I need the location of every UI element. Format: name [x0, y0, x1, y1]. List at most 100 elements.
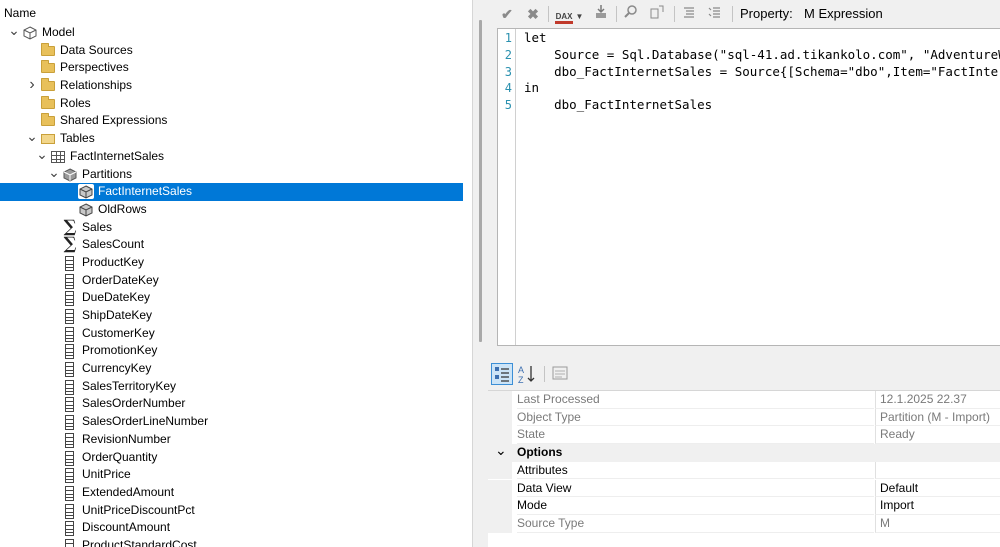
tree-item[interactable]: OldRows	[0, 201, 470, 219]
chevron-down-icon[interactable]: ⌄	[495, 443, 507, 457]
property-row[interactable]: Object Type Partition (M - Import)	[488, 408, 1000, 427]
code-line[interactable]: let	[524, 30, 547, 45]
find-button[interactable]	[622, 4, 640, 24]
chevron-down-icon[interactable]: ⌄	[8, 23, 20, 41]
line-number: 4	[504, 81, 512, 96]
column-icon	[62, 290, 78, 307]
partition-icon	[78, 202, 94, 217]
property-value[interactable]	[875, 461, 1000, 480]
dax-formatter-button[interactable]: DAX ▼	[554, 4, 584, 24]
tree-item[interactable]: CurrencyKey	[0, 360, 470, 378]
tree-item[interactable]: SalesOrderNumber	[0, 395, 470, 413]
tree-item[interactable]: UnitPriceDiscountPct	[0, 502, 470, 520]
m-expression-editor[interactable]: 1 2 3 4 5 let Source = Sql.Database("sql-41.…	[497, 28, 1000, 346]
chevron-down-icon[interactable]: ⌄	[48, 165, 60, 183]
tree-item[interactable]: OrderQuantity	[0, 449, 470, 467]
chevron-down-icon[interactable]: ⌄	[26, 129, 38, 147]
property-row[interactable]: State Ready	[488, 426, 1000, 445]
accept-button[interactable]: ✔	[498, 4, 516, 24]
row-margin	[488, 514, 512, 533]
tree-item[interactable]: DueDateKey	[0, 289, 470, 307]
tree-item[interactable]: ∑ SalesCount	[0, 234, 470, 255]
tree-item-label: Relationships	[60, 78, 133, 93]
column-icon	[62, 396, 78, 413]
pane-splitter[interactable]	[472, 0, 488, 547]
tree-item[interactable]: ProductStandardCost	[0, 537, 470, 547]
row-margin	[488, 479, 512, 498]
code-line[interactable]: dbo_FactInternetSales = Source{[Schema="…	[524, 64, 1000, 79]
code-line[interactable]: Source = Sql.Database("sql-41.ad.tikanko…	[524, 47, 1000, 62]
tree-item[interactable]: ⌄ Tables	[0, 129, 470, 148]
tree-item[interactable]: FactInternetSales	[0, 183, 463, 201]
tree-item-label: SalesCount	[82, 237, 145, 252]
property-value[interactable]: 12.1.2025 22.37	[875, 391, 1000, 409]
uncomment-button[interactable]	[706, 4, 724, 24]
property-row[interactable]: Last Processed 12.1.2025 22.37	[488, 391, 1000, 409]
tree-item-label: SalesOrderLineNumber	[82, 414, 209, 429]
property-row[interactable]: Source Type M	[488, 514, 1000, 533]
tree-item[interactable]: Shared Expressions	[0, 112, 470, 130]
toolbar-separator	[544, 366, 545, 382]
property-category[interactable]: ⌄ Options	[488, 443, 1000, 462]
svg-text:Z: Z	[518, 375, 524, 385]
comment-button[interactable]	[680, 4, 698, 24]
tree-item[interactable]: Roles	[0, 95, 470, 113]
tree-item[interactable]: Data Sources	[0, 42, 470, 60]
property-value[interactable]: Partition (M - Import)	[875, 408, 1000, 427]
property-pages-icon	[552, 366, 568, 380]
property-label: Property:	[740, 6, 793, 21]
tree-column-header[interactable]: Name	[0, 4, 472, 22]
right-pane: ✔ ✖ DAX ▼ Property: M Expression 1 2 3 4…	[488, 0, 1000, 547]
tree-item[interactable]: SalesOrderLineNumber	[0, 413, 470, 431]
alphabetical-view-button[interactable]: AZ	[516, 363, 538, 385]
tree-item-label: CustomerKey	[82, 325, 155, 340]
cancel-button[interactable]: ✖	[524, 4, 542, 24]
property-value[interactable]: M	[875, 514, 1000, 533]
line-number: 2	[504, 47, 512, 62]
property-value	[875, 444, 1000, 462]
row-margin	[488, 461, 512, 480]
property-selector[interactable]: M Expression	[804, 6, 883, 22]
chevron-right-icon[interactable]: ›	[26, 77, 38, 94]
property-value[interactable]: Ready	[875, 426, 1000, 445]
tree-item-label: Model	[42, 25, 75, 39]
property-value[interactable]: Default	[875, 479, 1000, 498]
tree-item[interactable]: DiscountAmount	[0, 519, 470, 537]
code-line[interactable]: in	[524, 80, 539, 95]
replace-button[interactable]	[648, 4, 666, 24]
property-name: Source Type	[517, 515, 874, 533]
indent-button[interactable]	[592, 4, 610, 24]
folder-icon	[40, 113, 56, 128]
tree-item[interactable]: OrderDateKey	[0, 272, 470, 290]
tree-item[interactable]: ⌄ FactInternetSales	[0, 147, 470, 166]
tree-item[interactable]: SalesTerritoryKey	[0, 378, 470, 396]
tree-item-label: OrderQuantity	[82, 449, 158, 464]
tree-item[interactable]: ⌄ Model	[0, 23, 470, 42]
property-row[interactable]: Attributes	[488, 461, 1000, 480]
tree-item[interactable]: › Relationships	[0, 77, 470, 95]
toolbar-separator	[616, 6, 617, 22]
column-icon	[62, 273, 78, 289]
measure-sigma-icon: ∑	[63, 234, 77, 255]
column-icon	[62, 308, 78, 324]
tree-item[interactable]: ShipDateKey	[0, 307, 470, 325]
tree-item[interactable]: RevisionNumber	[0, 431, 470, 449]
tree-item[interactable]: Perspectives	[0, 59, 470, 77]
property-pages-button[interactable]	[550, 363, 572, 385]
property-value[interactable]: Import	[875, 497, 1000, 515]
tree-item[interactable]: ProductKey	[0, 254, 470, 272]
tree-item[interactable]: PromotionKey	[0, 342, 470, 360]
splitter-grip[interactable]	[479, 20, 482, 342]
categorized-view-button[interactable]	[491, 363, 513, 385]
folder-open-icon	[40, 131, 56, 146]
row-margin	[488, 391, 512, 409]
tree-item[interactable]: CustomerKey	[0, 325, 470, 343]
toolbar-separator	[674, 6, 675, 22]
property-row[interactable]: Data View Default	[488, 479, 1000, 498]
code-line[interactable]: dbo_FactInternetSales	[524, 97, 712, 112]
tree-item[interactable]: ExtendedAmount	[0, 484, 470, 502]
tree-item[interactable]: UnitPrice	[0, 466, 470, 484]
property-row[interactable]: Mode Import	[488, 497, 1000, 515]
chevron-down-icon[interactable]: ⌄	[36, 147, 48, 165]
tree-item[interactable]: ⌄ Partitions	[0, 165, 470, 184]
